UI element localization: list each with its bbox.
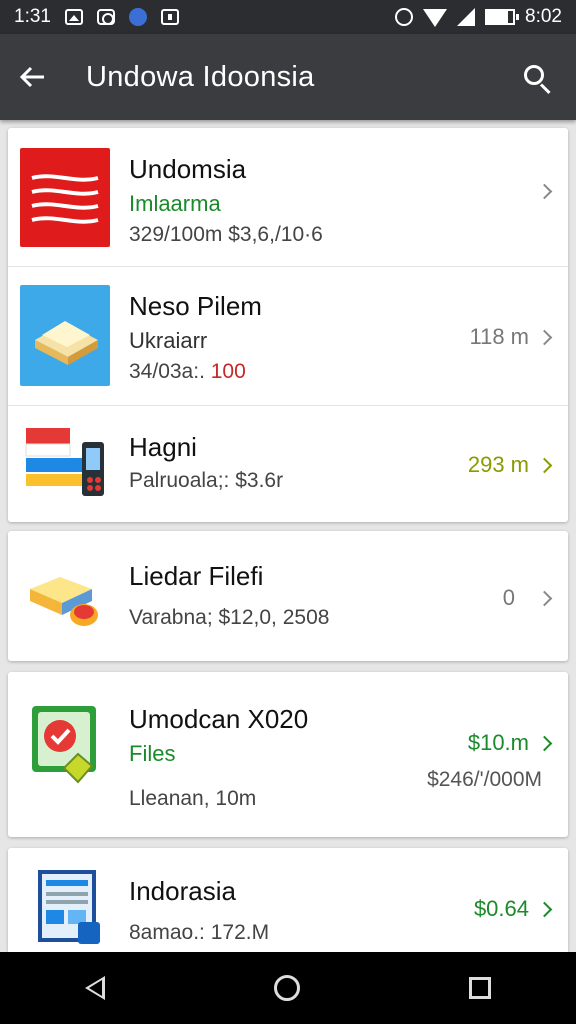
chevron-right-icon [536,901,553,917]
folder-badge-icon [30,577,98,626]
list-item[interactable]: Hagni Palruoala;: $3.6r 293 m [8,406,568,522]
item-meta-prefix: 34/03a:. [129,360,205,383]
item-right-value: $0.64 [473,896,553,922]
battery-icon [485,9,520,25]
item-meta: Lleanan, 10m [129,787,257,810]
card-group-3: Umodcan X020 Files Lleanan, 10m $10.m $2… [8,672,568,837]
item-count: 0 [502,585,515,610]
status-left: 1:31 [14,6,179,28]
item-meta: Palruoala;: $3.6r [129,469,284,492]
list-item[interactable]: Liedar Filefi Varabna; $12,0, 2508 0 [8,531,568,661]
status-right: 8:02 [395,6,562,28]
item-size: 293 m [467,452,529,477]
item-meta: 329/100m $3,6,/10·6 [129,223,323,246]
list-item[interactable]: Neso Pilem Ukraiarr 34/03a:. 100 118 m [8,267,568,406]
item-subtitle: Imlaarma [129,191,221,216]
green-app-icon [32,706,96,784]
search-icon-handle [539,83,551,95]
item-title: Neso Pilem [129,291,262,321]
item-right-value: 293 m [467,452,553,478]
item-size: 118 m [469,324,529,349]
navigation-bar [0,952,576,1024]
card-group-2: Liedar Filefi Varabna; $12,0, 2508 0 [8,531,568,661]
item-title: Undomsia [129,154,247,184]
chevron-right-icon [536,183,553,200]
item-price: $10.m [467,730,529,755]
search-icon [524,65,544,85]
item-meta: 34/03a:. 100 [129,360,262,384]
chevron-right-icon [536,457,553,473]
signal-icon [457,8,476,26]
page-title: Undowa Idoonsia [86,60,315,93]
chevron-right-icon [536,735,553,751]
wifi-icon [423,9,448,27]
item-subtitle: Ukraiarr [129,328,208,353]
item-meta: 8amao.: 172.M [129,921,270,944]
nav-recent-icon[interactable] [469,977,492,999]
alarm-icon [395,8,414,26]
list-item[interactable]: Umodcan X020 Files Lleanan, 10m $10.m $2… [8,672,568,837]
back-button[interactable] [0,34,64,120]
camera-icon [96,9,115,25]
folder-3d-icon [20,285,110,386]
arrow-back-icon [19,66,44,88]
status-bar: 1:31 8:02 [0,0,576,34]
item-title: Liedar Filefi [129,561,264,591]
item-price: $0.64 [473,896,529,921]
item-secondary-value: $246/'/000M [427,768,542,791]
item-right-value: 118 m [469,324,553,350]
app-icon [128,8,147,26]
nav-home-icon[interactable] [273,975,300,1001]
bag-icon [160,9,179,25]
item-right-value: $10.m [467,730,553,756]
chevron-right-icon [536,329,553,345]
item-chevron [535,183,553,200]
chevron-right-icon [536,590,553,606]
card-group-1: Undomsia Imlaarma 329/100m $3,6,/10·6 Ne… [8,128,568,522]
item-meta-highlight: 100 [210,360,246,383]
item-subtitle: Files [129,741,176,766]
item-title: Indorasia [129,876,236,906]
status-time: 1:31 [14,6,51,27]
item-title: Hagni [129,432,197,462]
image-icon [64,9,83,25]
item-meta: Varabna; $12,0, 2508 [129,606,330,629]
card-group-4: Indorasia 8amao.: 172.M $0.64 [8,848,568,952]
list-item[interactable]: Undomsia Imlaarma 329/100m $3,6,/10·6 [8,128,568,267]
flag-phone-icon [25,428,104,496]
document-icon [38,870,100,944]
item-right-value: 0 [502,585,553,611]
red-stripes-icon [20,148,110,247]
status-clock: 8:02 [525,6,562,27]
item-title: Umodcan X020 [129,704,309,734]
list-item[interactable]: Indorasia 8amao.: 172.M $0.64 [8,848,568,952]
nav-back-icon[interactable] [84,976,105,1000]
search-button[interactable] [496,34,576,120]
app-bar: Undowa Idoonsia [0,34,576,120]
